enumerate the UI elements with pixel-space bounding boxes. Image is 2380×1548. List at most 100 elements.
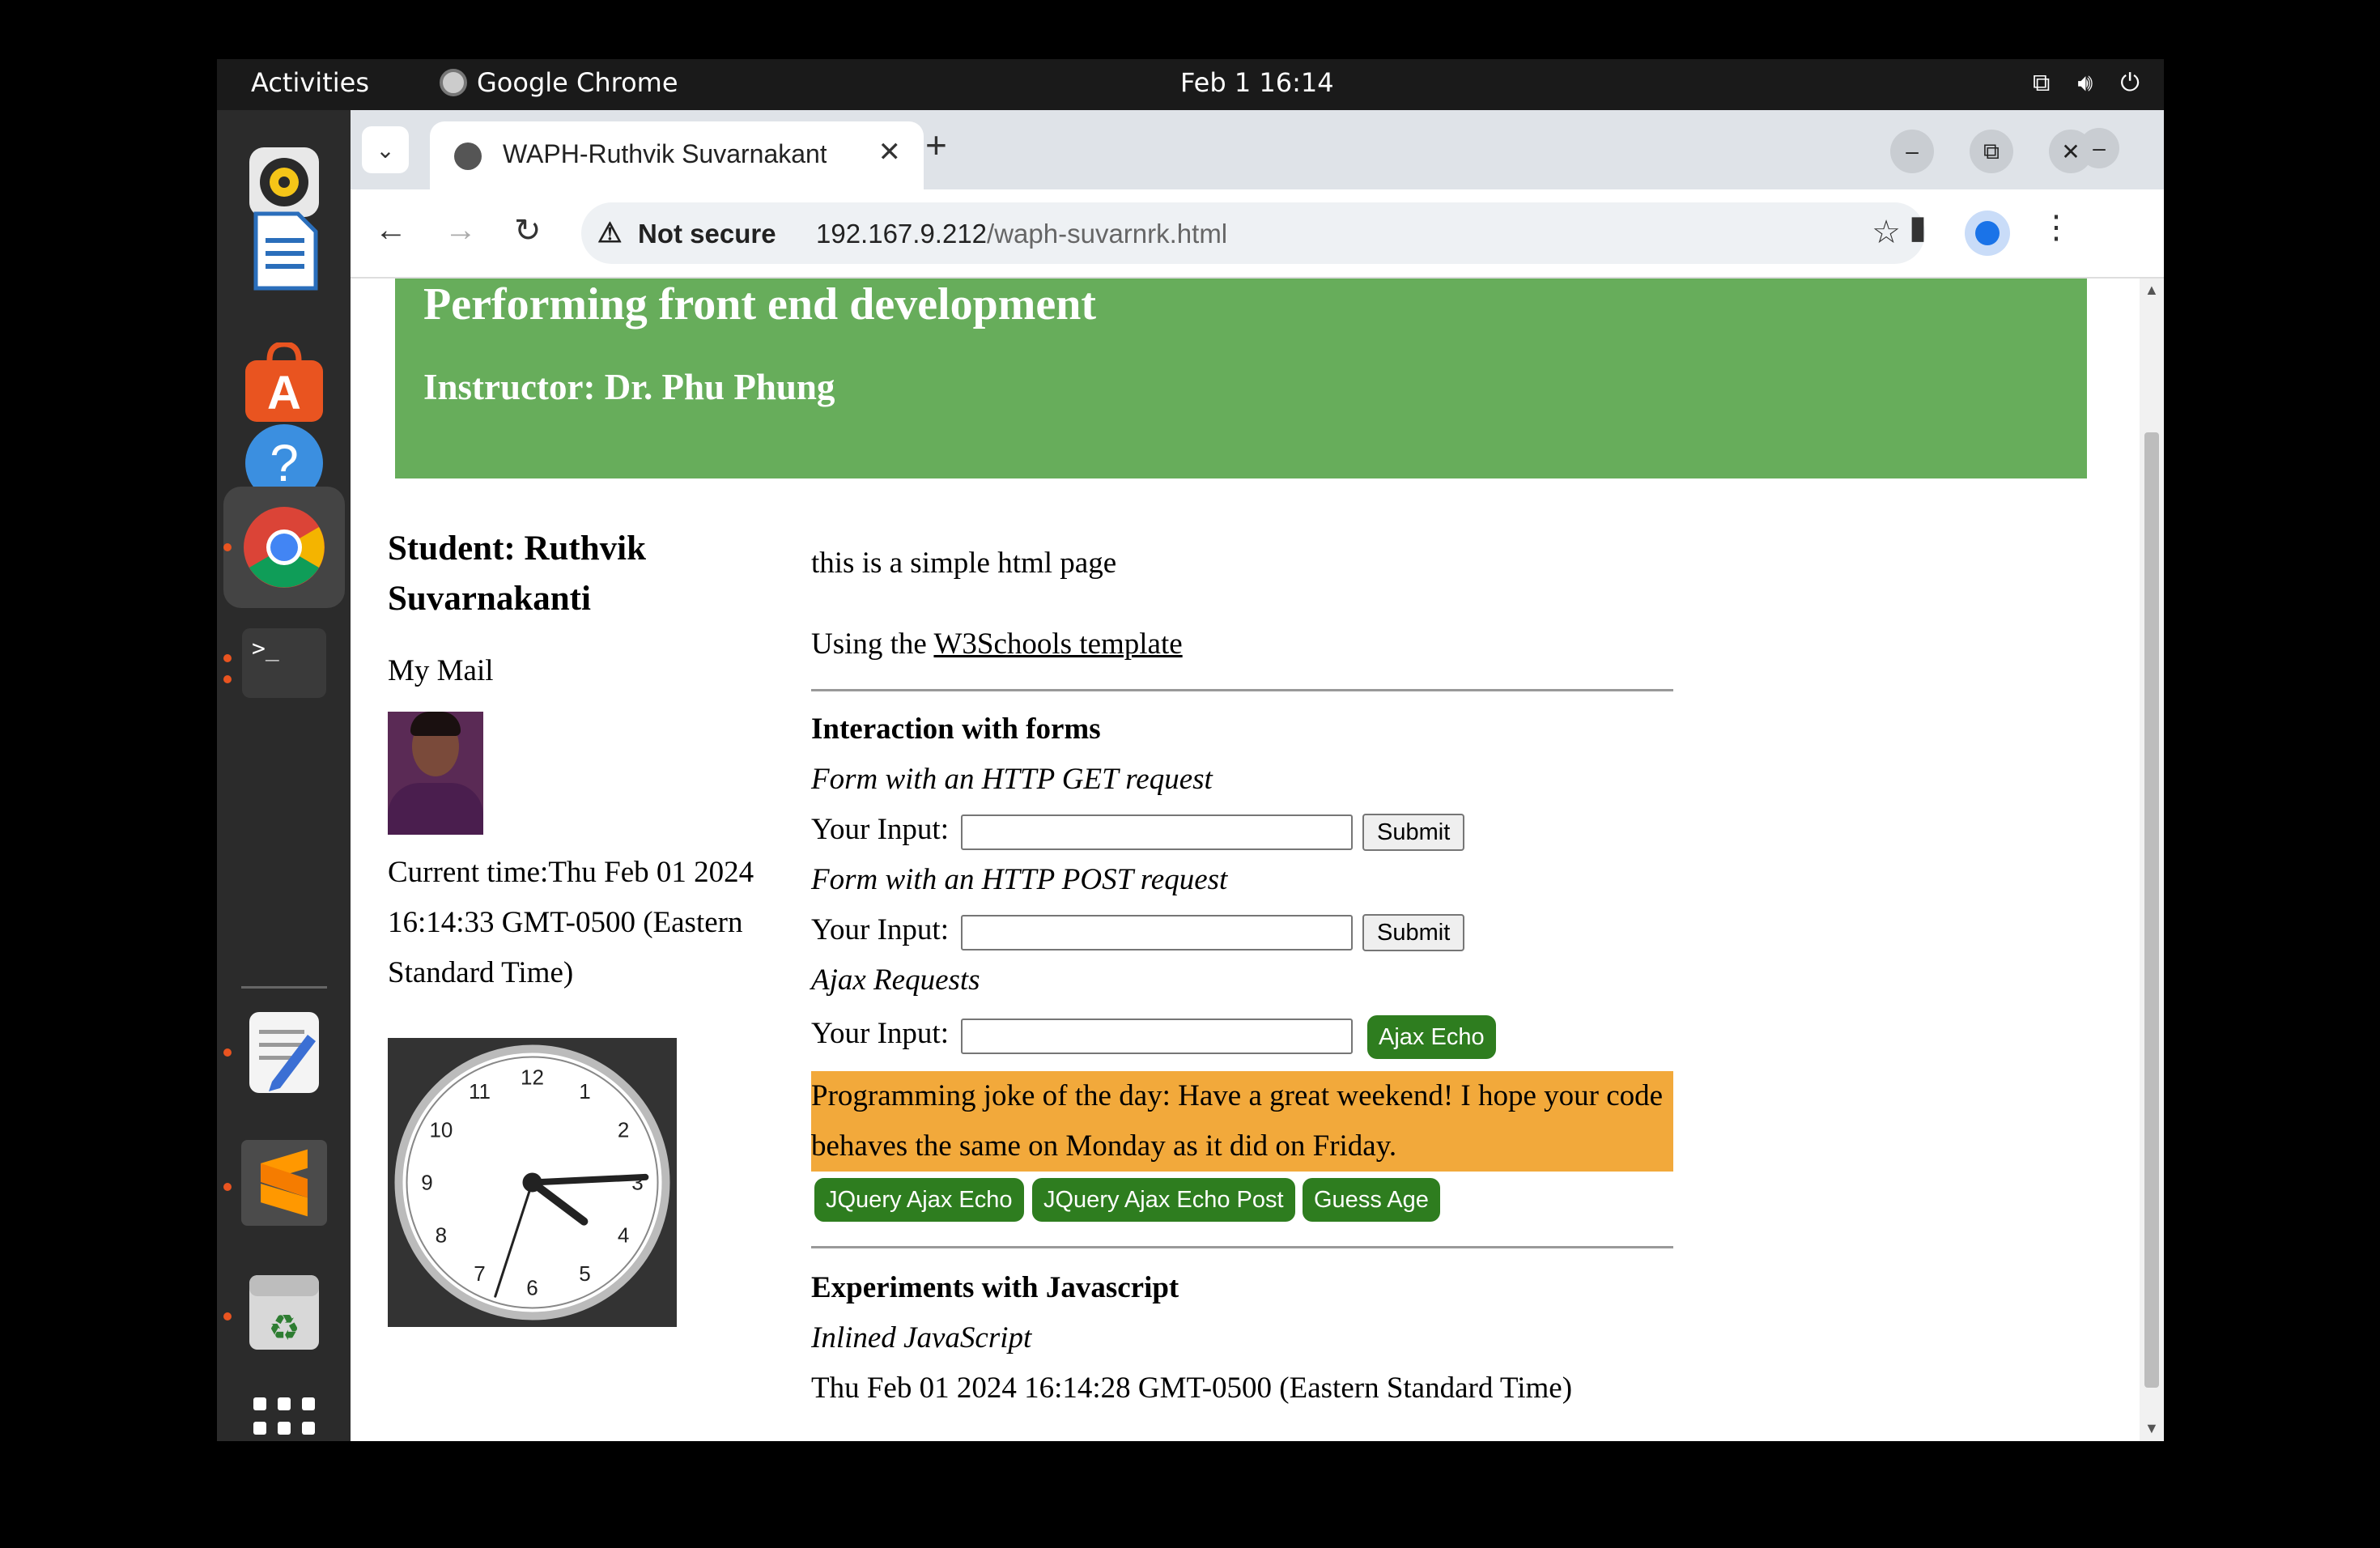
minimize-button[interactable]: –	[1890, 130, 1934, 173]
current-time: Current time:Thu Feb 01 2024 16:14:33 GM…	[388, 856, 754, 989]
clock-number: 10	[429, 1118, 453, 1142]
scroll-down-icon[interactable]: ▼	[2144, 1420, 2159, 1437]
post-submit-button[interactable]: Submit	[1362, 914, 1465, 951]
security-label[interactable]: Not secure	[638, 219, 776, 249]
clock-number: 1	[579, 1079, 590, 1104]
menu-kebab-icon[interactable]: ⋮	[2040, 209, 2072, 246]
warning-icon[interactable]: ⚠	[597, 217, 622, 249]
forms-heading: Interaction with forms	[811, 712, 1101, 746]
back-arrow-icon[interactable]: ←	[375, 212, 407, 249]
inline-js-heading: Inlined JavaScript	[811, 1321, 1032, 1354]
using-prefix: Using the	[811, 627, 934, 661]
clock-number: 11	[469, 1079, 491, 1104]
clock[interactable]: Feb 1 16:14	[1180, 67, 1334, 98]
volume-icon: 🔊︎	[2077, 69, 2093, 97]
joke-box: Programming joke of the day: Have a grea…	[811, 1071, 1673, 1172]
tab-title: WAPH-Ruthvik Suvarnakanti	[503, 139, 827, 168]
gnome-top-bar: Activities Google Chrome Feb 1 16:14 ⧉ 🔊…	[217, 59, 2164, 110]
libreoffice-writer-icon[interactable]	[241, 208, 327, 294]
close-window-button[interactable]: ✕	[2049, 130, 2093, 173]
sublime-text-icon[interactable]	[241, 1140, 327, 1226]
running-indicator	[223, 543, 232, 551]
bookmark-star-icon[interactable]: ☆	[1872, 214, 1901, 251]
forward-arrow-icon[interactable]: →	[444, 212, 477, 249]
running-indicator	[223, 1183, 232, 1191]
browser-toolbar: ← → ↻ ⚠ Not secure 192.167.9.212/waph-su…	[351, 189, 2164, 279]
tab-search-button[interactable]: ⌄	[362, 126, 409, 173]
jquery-ajax-echo-post-button[interactable]: JQuery Ajax Echo Post	[1032, 1178, 1295, 1222]
vertical-scrollbar[interactable]: ▲ ▼	[2140, 279, 2164, 1441]
url-text[interactable]: 192.167.9.212/waph-suvarnrk.html	[816, 219, 1227, 249]
text-editor-icon[interactable]	[241, 1010, 327, 1095]
ajax-input-field[interactable]	[961, 1019, 1353, 1054]
side-panel-icon[interactable]: ▮	[1909, 209, 1927, 246]
analog-clock-face: 121234567891011	[394, 1044, 670, 1320]
svg-text:A: A	[267, 367, 301, 419]
running-indicator	[223, 1048, 232, 1057]
intro-text: this is a simple html page	[811, 546, 1117, 580]
chrome-icon[interactable]	[223, 487, 345, 608]
student-name: Student: Ruthvik Suvarnakanti	[388, 529, 647, 618]
get-submit-button[interactable]: Submit	[1362, 814, 1465, 851]
url-host: 192.167.9.212	[816, 219, 988, 249]
chrome-window: ⌄ WAPH-Ruthvik Suvarnakanti ✕ + – – ⧉ ✕ …	[351, 110, 2164, 1441]
browser-tab[interactable]: WAPH-Ruthvik Suvarnakanti ✕	[430, 121, 924, 189]
scroll-up-icon[interactable]: ▲	[2144, 282, 2159, 299]
dock: A ? >_ ♻	[217, 110, 351, 1441]
js-heading: Experiments with Javascript	[811, 1271, 1179, 1304]
address-bar[interactable]: ⚠ Not secure 192.167.9.212/waph-suvarnrk…	[581, 202, 1925, 264]
globe-icon	[454, 142, 482, 170]
w3schools-link[interactable]: W3Schools template	[933, 627, 1182, 661]
analog-clock: 12 1 2 3 4 5 6 7 8 9 10 11	[388, 1038, 677, 1327]
header-instructor: Instructor: Dr. Phu Phung	[423, 367, 835, 407]
dock-separator	[241, 986, 327, 989]
clock-number: 2	[618, 1118, 629, 1142]
profile-avatar[interactable]	[1965, 211, 2010, 256]
left-column: Student: Ruthvik Suvarnakanti My Mail Cu…	[388, 524, 776, 989]
post-input-label: Your Input:	[811, 913, 949, 946]
person-icon	[1975, 221, 2000, 245]
clock-number: 7	[474, 1261, 485, 1286]
page-viewport: Performing front end development Instruc…	[351, 279, 2164, 1441]
divider	[811, 1246, 1673, 1248]
system-tray[interactable]: ⧉ 🔊︎ ⏻	[2033, 69, 2140, 97]
clock-number: 6	[526, 1276, 538, 1300]
w3schools-line: Using the W3Schools template	[811, 627, 1183, 661]
my-mail-link[interactable]: My Mail	[388, 653, 494, 688]
inline-date: Thu Feb 01 2024 16:14:28 GMT-0500 (Easte…	[811, 1372, 1573, 1405]
page-header: Performing front end development Instruc…	[395, 279, 2087, 478]
chevron-down-icon: ⌄	[376, 137, 395, 163]
ajax-echo-button[interactable]: Ajax Echo	[1367, 1015, 1496, 1059]
trash-icon[interactable]: ♻	[241, 1269, 327, 1355]
terminal-icon[interactable]: >_	[241, 620, 327, 706]
ajax-input-label: Your Input:	[811, 1017, 949, 1050]
show-apps-icon[interactable]	[241, 1385, 327, 1441]
jquery-ajax-echo-button[interactable]: JQuery Ajax Echo	[814, 1178, 1024, 1222]
app-center-icon[interactable]: A	[241, 340, 327, 426]
app-menu[interactable]: Google Chrome	[440, 67, 678, 98]
svg-text:>_: >_	[252, 635, 279, 662]
clock-number: 3	[631, 1171, 643, 1195]
activities-button[interactable]: Activities	[251, 67, 369, 98]
clock-number: 9	[421, 1171, 432, 1195]
new-tab-button[interactable]: +	[925, 123, 947, 167]
post-input-field[interactable]	[961, 915, 1353, 950]
desktop-screen: Activities Google Chrome Feb 1 16:14 ⧉ 🔊…	[217, 59, 2164, 1441]
post-heading: Form with an HTTP POST request	[811, 863, 1228, 896]
svg-text:?: ?	[270, 434, 299, 492]
reload-icon[interactable]: ↻	[514, 212, 542, 249]
network-icon: ⧉	[2032, 69, 2051, 97]
get-heading: Form with an HTTP GET request	[811, 763, 1213, 796]
divider	[811, 689, 1673, 691]
restore-button[interactable]: ⧉	[1970, 130, 2013, 173]
running-indicator	[223, 654, 232, 662]
student-photo	[388, 712, 483, 835]
guess-age-button[interactable]: Guess Age	[1303, 1178, 1440, 1222]
svg-text:♻: ♻	[268, 1308, 300, 1349]
running-indicator	[223, 1312, 232, 1320]
tab-close-icon[interactable]: ✕	[878, 136, 902, 168]
get-input-field[interactable]	[961, 814, 1353, 850]
scrollbar-thumb[interactable]	[2144, 432, 2159, 1388]
app-name: Google Chrome	[477, 67, 678, 98]
clock-number: 4	[618, 1223, 629, 1248]
